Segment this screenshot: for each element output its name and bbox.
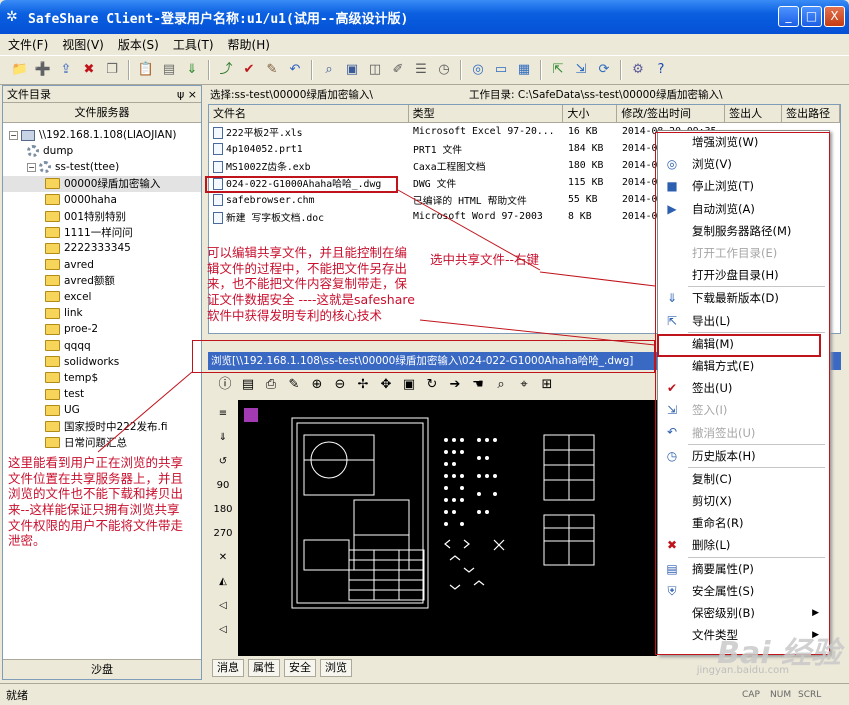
annotation-arrows [97, 189, 656, 453]
watermark-url: jingyan.baidu.com [696, 665, 789, 676]
